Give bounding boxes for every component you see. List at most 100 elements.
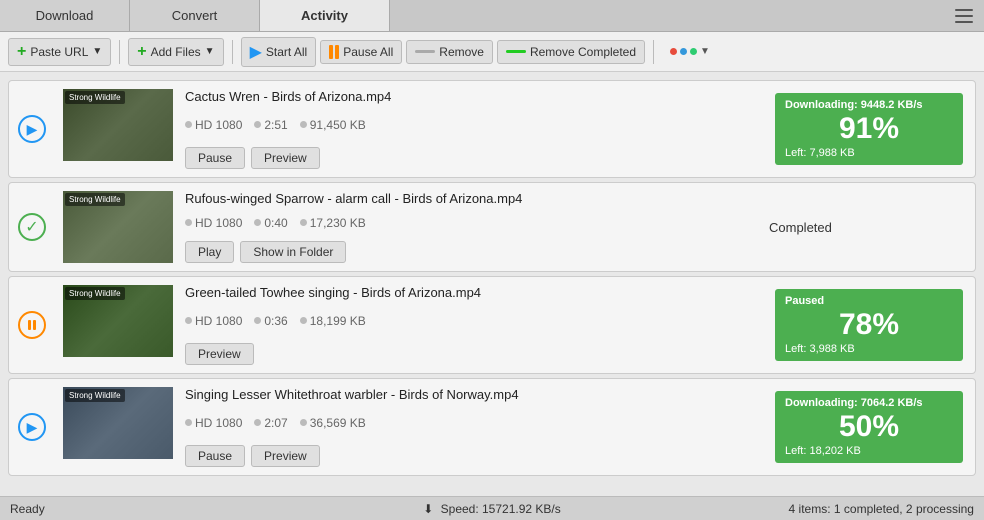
item2-thumbnail: Strong Wildlife — [63, 191, 173, 263]
item2-left: ✓ — [9, 183, 55, 271]
item4-pause-button[interactable]: Pause — [185, 445, 245, 467]
pause-all-button[interactable]: Pause All — [320, 40, 402, 64]
play-icon[interactable]: ▶ — [18, 115, 46, 143]
more-options-button[interactable]: ▼ — [662, 42, 718, 61]
item4-left: ▶ — [9, 379, 55, 475]
item1-status-icon[interactable]: ▶ — [17, 114, 47, 144]
item2-size: 17,230 KB — [300, 216, 366, 230]
menu-button[interactable] — [944, 0, 984, 32]
meta-dot — [185, 317, 192, 324]
remove-completed-button[interactable]: Remove Completed — [497, 40, 645, 64]
item3-left — [9, 277, 55, 373]
meta-dot — [300, 317, 307, 324]
item4-actions: Pause Preview — [185, 445, 759, 467]
meta-dot — [185, 419, 192, 426]
tab-download[interactable]: Download — [0, 0, 130, 31]
item4-meta: HD 1080 2:07 36,569 KB — [185, 416, 759, 430]
item3-quality: HD 1080 — [185, 314, 242, 328]
item1-left: Left: 7,988 KB — [785, 147, 953, 159]
item2-play-button[interactable]: Play — [185, 241, 234, 263]
item1-left: ▶ — [9, 81, 55, 177]
sep3 — [653, 40, 654, 64]
item4-speed: Downloading: 7064.2 KB/s — [785, 397, 953, 409]
item1-progress: Downloading: 9448.2 KB/s 91% Left: 7,988… — [775, 93, 963, 165]
paste-url-button[interactable]: + Paste URL ▼ — [8, 38, 111, 66]
item1-preview-button[interactable]: Preview — [251, 147, 320, 169]
item4-quality: HD 1080 — [185, 416, 242, 430]
item1-title: Cactus Wren - Birds of Arizona.mp4 — [185, 89, 759, 104]
item3-preview-button[interactable]: Preview — [185, 343, 254, 365]
item3-percent: 78% — [785, 310, 953, 340]
item1-pause-button[interactable]: Pause — [185, 147, 245, 169]
item4-percent: 50% — [785, 412, 953, 442]
start-all-button[interactable]: ▶ Start All — [241, 37, 317, 67]
download-item: ▶ Strong Wildlife Cactus Wren - Birds of… — [8, 80, 976, 178]
item3-speed: Paused — [785, 295, 953, 307]
item2-duration: 0:40 — [254, 216, 287, 230]
dot-green — [690, 48, 697, 55]
pause-all-icon — [329, 45, 339, 59]
item2-title: Rufous-winged Sparrow - alarm call - Bir… — [185, 191, 759, 206]
dot-red — [670, 48, 677, 55]
download-item: Strong Wildlife Green-tailed Towhee sing… — [8, 276, 976, 374]
item2-info: Rufous-winged Sparrow - alarm call - Bir… — [181, 183, 763, 271]
item4-title: Singing Lesser Whitethroat warbler - Bir… — [185, 387, 759, 402]
play-icon[interactable]: ▶ — [18, 413, 46, 441]
item2-actions: Play Show in Folder — [185, 241, 759, 263]
item1-speed: Downloading: 9448.2 KB/s — [785, 99, 953, 111]
paste-url-arrow: ▼ — [92, 46, 102, 57]
item4-status-icon[interactable]: ▶ — [17, 412, 47, 442]
meta-dot — [185, 219, 192, 226]
dot-blue — [680, 48, 687, 55]
status-ready: Ready — [10, 502, 331, 516]
item2-completed: Completed — [769, 189, 832, 265]
item3-size: 18,199 KB — [300, 314, 366, 328]
meta-dot — [254, 317, 261, 324]
sep2 — [232, 40, 233, 64]
meta-dot — [300, 419, 307, 426]
sep1 — [119, 40, 120, 64]
start-all-icon: ▶ — [250, 42, 262, 62]
item4-left: Left: 18,202 KB — [785, 445, 953, 457]
meta-dot — [254, 419, 261, 426]
meta-dot — [300, 219, 307, 226]
item3-meta: HD 1080 0:36 18,199 KB — [185, 314, 759, 328]
item1-size: 91,450 KB — [300, 118, 366, 132]
tab-activity[interactable]: Activity — [260, 0, 390, 31]
pause-icon[interactable] — [18, 311, 46, 339]
plus-icon: + — [17, 43, 26, 61]
meta-dot — [300, 121, 307, 128]
item4-duration: 2:07 — [254, 416, 287, 430]
download-item: ✓ Strong Wildlife Rufous-winged Sparrow … — [8, 182, 976, 272]
remove-button[interactable]: Remove — [406, 40, 493, 64]
toolbar: + Paste URL ▼ + Add Files ▼ ▶ Start All … — [0, 32, 984, 72]
add-files-icon: + — [137, 43, 146, 61]
tab-bar: Download Convert Activity — [0, 0, 984, 32]
more-options-arrow: ▼ — [700, 46, 710, 57]
speed-icon: ⬇ — [423, 502, 433, 516]
remove-completed-icon — [506, 50, 526, 53]
item1-actions: Pause Preview — [185, 147, 759, 169]
meta-dot — [254, 219, 261, 226]
meta-dot — [254, 121, 261, 128]
download-item: ▶ Strong Wildlife Singing Lesser Whiteth… — [8, 378, 976, 476]
item4-preview-button[interactable]: Preview — [251, 445, 320, 467]
item1-thumbnail: Strong Wildlife — [63, 89, 173, 161]
item2-status-panel: Completed — [769, 189, 969, 265]
item3-title: Green-tailed Towhee singing - Birds of A… — [185, 285, 759, 300]
item3-actions: Preview — [185, 343, 759, 365]
remove-icon — [415, 50, 435, 53]
add-files-button[interactable]: + Add Files ▼ — [128, 38, 223, 66]
item1-meta: HD 1080 2:51 91,450 KB — [185, 118, 759, 132]
item2-status-icon[interactable]: ✓ — [17, 212, 47, 242]
check-icon[interactable]: ✓ — [18, 213, 46, 241]
tab-convert[interactable]: Convert — [130, 0, 260, 31]
item3-thumbnail: Strong Wildlife — [63, 285, 173, 357]
item4-info: Singing Lesser Whitethroat warbler - Bir… — [181, 379, 763, 475]
item3-status-icon[interactable] — [17, 310, 47, 340]
item3-left: Left: 3,988 KB — [785, 343, 953, 355]
item2-meta: HD 1080 0:40 17,230 KB — [185, 216, 759, 230]
item1-status-panel: Downloading: 9448.2 KB/s 91% Left: 7,988… — [769, 87, 969, 171]
add-files-arrow: ▼ — [205, 46, 215, 57]
item2-show-folder-button[interactable]: Show in Folder — [240, 241, 346, 263]
